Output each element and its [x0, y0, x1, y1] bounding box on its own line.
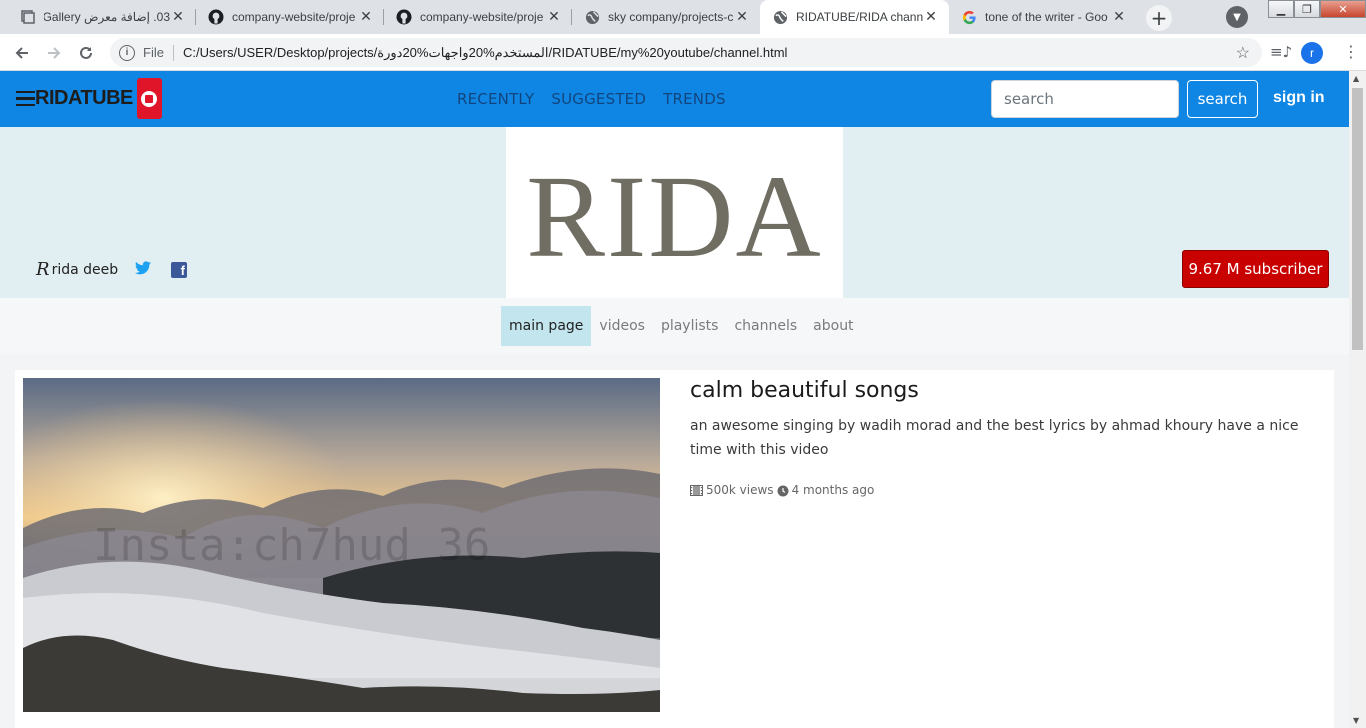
nav-link-suggested[interactable]: SUGGESTED	[551, 90, 646, 108]
browser-tab-active[interactable]: RIDATUBE/RIDA channe ✕	[760, 0, 949, 34]
new-tab-button[interactable]: +	[1146, 5, 1172, 31]
sign-in-link[interactable]: sign in	[1273, 89, 1325, 107]
browser-tab[interactable]: company-website/proje ✕	[384, 0, 572, 34]
nav-link-recently[interactable]: RECENTLY	[457, 90, 534, 108]
browser-tab[interactable]: company-website/proje ✕	[196, 0, 384, 34]
media-controls-icon[interactable]: ≡♪	[1270, 43, 1292, 61]
channel-banner: RIDA R rida deeb f 9.67 M subscriber	[0, 127, 1349, 298]
content-area: Insta:ch7hud 36 calm beautiful songs an …	[0, 354, 1349, 728]
video-description: an awesome singing by wadih morad and th…	[690, 418, 1299, 458]
close-icon[interactable]: ✕	[734, 9, 750, 25]
profile-avatar[interactable]: r	[1301, 42, 1323, 64]
owner-name: rida deeb	[51, 261, 119, 278]
tab-title: RIDATUBE/RIDA channe	[796, 10, 923, 24]
video-thumbnail[interactable]: Insta:ch7hud 36	[23, 378, 660, 712]
url-scheme: File	[143, 45, 164, 60]
channel-owner[interactable]: R rida deeb	[36, 259, 118, 280]
reload-icon[interactable]	[75, 42, 97, 64]
browser-tab[interactable]: sky company/projects-c ✕	[572, 0, 760, 34]
film-icon	[690, 483, 703, 497]
divider	[172, 44, 174, 61]
browser-tab-strip: 03. إضافة معرض Gallery في ✕ company-webs…	[0, 0, 1366, 34]
browser-tab[interactable]: tone of the writer - Goo ✕	[949, 0, 1137, 34]
search-input[interactable]: search	[991, 80, 1179, 118]
owner-initial: R	[36, 259, 50, 280]
close-icon[interactable]: ✕	[170, 9, 186, 25]
search-button[interactable]: search	[1187, 80, 1258, 118]
scroll-up-icon[interactable]: ▲	[1353, 74, 1359, 83]
nav-link-trends[interactable]: TRENDS	[663, 90, 726, 108]
gallery-icon	[20, 9, 36, 25]
play-logo-icon	[136, 78, 162, 119]
plus-icon: +	[1150, 6, 1168, 30]
tab-playlists[interactable]: playlists	[653, 306, 727, 346]
tab-search-icon[interactable]: ▼	[1226, 6, 1248, 28]
tab-title: sky company/projects-c	[608, 10, 734, 24]
info-icon[interactable]: i	[119, 44, 135, 61]
channel-tabs-bar: main page videos playlists channels abou…	[0, 298, 1349, 354]
address-bar[interactable]: i File C:/Users/USER/Desktop/projects/ال…	[110, 38, 1262, 67]
back-icon[interactable]	[11, 42, 33, 64]
globe-icon	[772, 9, 788, 25]
featured-video-card: Insta:ch7hud 36 calm beautiful songs an …	[15, 370, 1334, 728]
hamburger-menu-icon[interactable]	[16, 90, 35, 107]
scroll-down-icon[interactable]: ▼	[1353, 716, 1359, 725]
tab-title: company-website/proje	[420, 10, 544, 24]
tab-title: company-website/proje	[232, 10, 356, 24]
upload-age: 4 months ago	[791, 483, 875, 497]
close-icon[interactable]: ✕	[1111, 9, 1127, 25]
minimize-button[interactable]: ▁	[1268, 0, 1294, 18]
nav-links: RECENTLY SUGGESTED TRENDS	[457, 90, 726, 108]
tab-channels[interactable]: channels	[726, 306, 805, 346]
forward-icon[interactable]	[43, 42, 65, 64]
google-icon	[961, 9, 977, 25]
facebook-icon[interactable]: f	[171, 262, 187, 278]
window-close-button[interactable]: ✕	[1320, 0, 1366, 18]
more-menu-icon[interactable]: ⋮	[1343, 42, 1359, 61]
url-text: C:/Users/USER/Desktop/projects/المستخدم%…	[182, 44, 788, 60]
close-icon[interactable]: ✕	[923, 9, 939, 25]
channel-banner-logo: RIDA	[506, 127, 843, 298]
subscribe-button[interactable]: 9.67 M subscriber	[1182, 250, 1329, 288]
browser-tab[interactable]: 03. إضافة معرض Gallery في ✕	[8, 0, 196, 34]
page-scrollbar[interactable]: ▲ ▼	[1349, 71, 1366, 728]
bookmark-star-icon[interactable]: ☆	[1236, 43, 1250, 63]
github-icon	[208, 9, 224, 25]
tab-videos[interactable]: videos	[591, 306, 653, 346]
maximize-button[interactable]: ❐	[1294, 0, 1320, 18]
globe-icon	[584, 9, 600, 25]
github-icon	[396, 9, 412, 25]
video-watermark: Insta:ch7hud 36	[93, 520, 490, 571]
close-icon[interactable]: ✕	[358, 9, 374, 25]
video-title[interactable]: calm beautiful songs	[690, 378, 919, 403]
brand-name: RIDATUBE	[35, 87, 133, 109]
tab-title: tone of the writer - Goo	[985, 10, 1108, 24]
site-navbar: RIDATUBE RECENTLY SUGGESTED TRENDS searc…	[0, 71, 1349, 127]
tab-about[interactable]: about	[805, 306, 861, 346]
close-icon[interactable]: ✕	[546, 9, 562, 25]
video-meta: 500k views 4 months ago	[690, 483, 874, 497]
scrollbar-thumb[interactable]	[1352, 88, 1363, 350]
twitter-icon[interactable]	[135, 260, 151, 279]
page-viewport: RIDATUBE RECENTLY SUGGESTED TRENDS searc…	[0, 71, 1349, 728]
tab-main-page[interactable]: main page	[501, 306, 592, 346]
tab-title: 03. إضافة معرض Gallery في	[44, 10, 170, 24]
browser-toolbar: i File C:/Users/USER/Desktop/projects/ال…	[0, 34, 1366, 71]
brand[interactable]: RIDATUBE	[16, 78, 162, 119]
view-count: 500k views	[706, 483, 774, 497]
clock-icon	[777, 483, 789, 497]
window-controls: ▁ ❐ ✕	[1268, 0, 1366, 20]
